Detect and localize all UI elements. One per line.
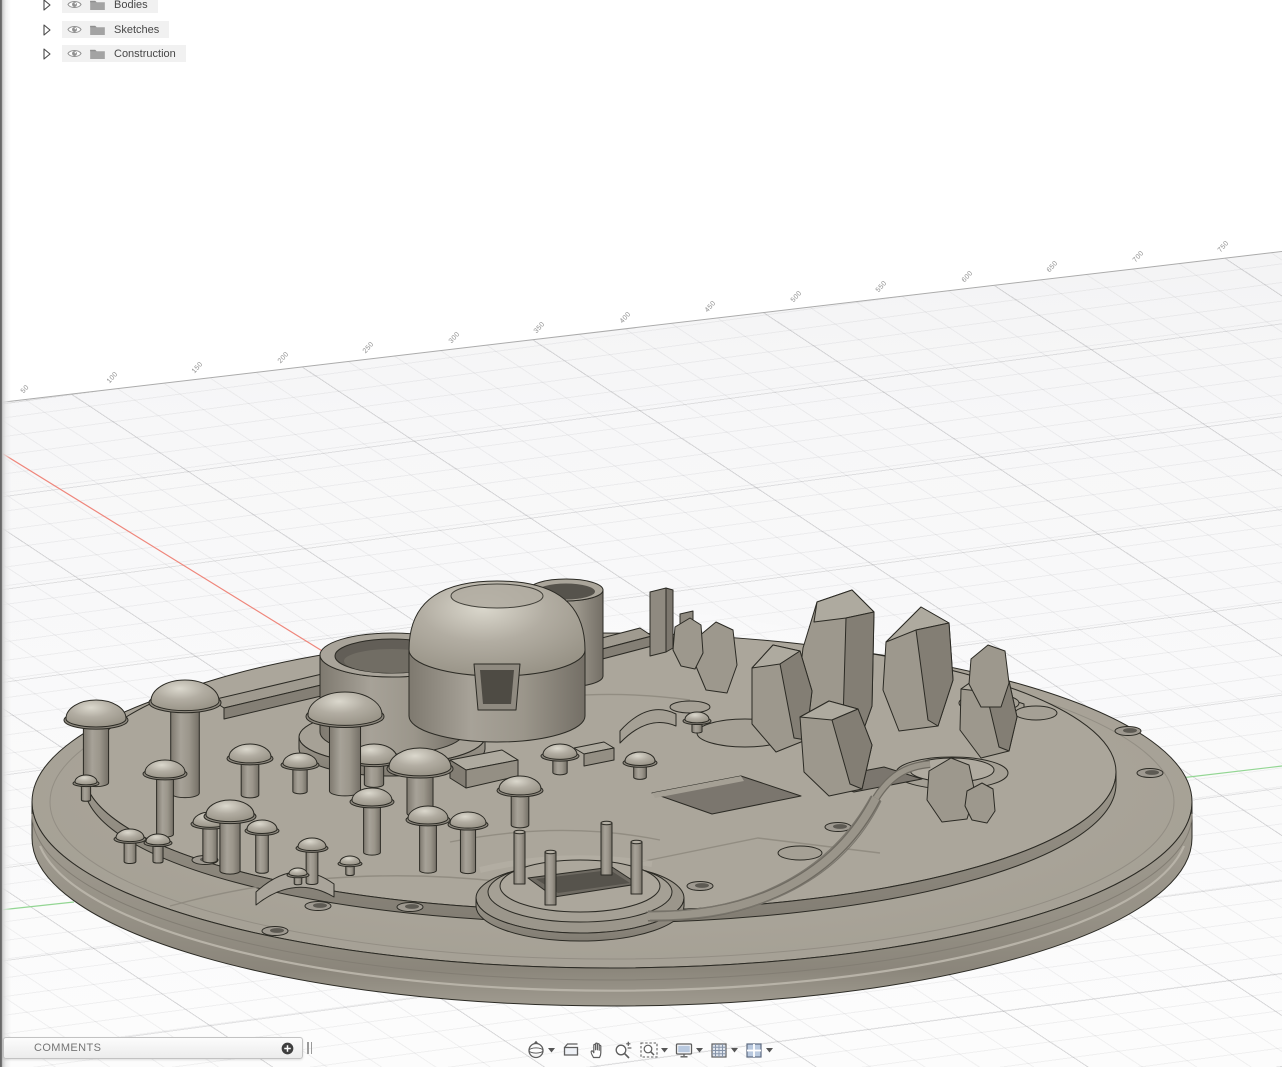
display-settings-button[interactable]	[672, 1038, 705, 1062]
chevron-down-icon[interactable]	[731, 1047, 738, 1053]
grid-icon	[709, 1040, 729, 1060]
disclosure-triangle-icon[interactable]	[43, 47, 52, 60]
browser-row-sketches[interactable]: Sketches	[43, 21, 170, 38]
orbit-button[interactable]	[524, 1038, 557, 1062]
dome-building[interactable]	[408, 580, 586, 743]
model-bodies[interactable]	[31, 578, 1193, 1007]
comments-bar[interactable]: COMMENTS	[3, 1037, 303, 1059]
viewports-button[interactable]	[742, 1038, 775, 1062]
disclosure-triangle-icon[interactable]	[43, 0, 52, 11]
folder-icon	[90, 0, 105, 10]
chevron-down-icon[interactable]	[661, 1047, 668, 1053]
viewports-icon	[744, 1040, 764, 1060]
browser-item-label: Bodies	[114, 0, 148, 11]
browser-row-construction[interactable]: Construction	[43, 45, 186, 62]
look-at-icon	[561, 1040, 581, 1060]
pan-hand-icon	[587, 1040, 607, 1060]
pan-button[interactable]	[585, 1038, 609, 1062]
zoom-button[interactable]	[611, 1038, 635, 1062]
plus-circle-icon[interactable]	[281, 1042, 294, 1055]
visibility-eye-icon[interactable]	[67, 24, 82, 35]
comments-drag-handle[interactable]	[307, 1042, 312, 1054]
model-3d-scene[interactable]	[0, 0, 1282, 1067]
look-at-button[interactable]	[559, 1038, 583, 1062]
chevron-down-icon[interactable]	[696, 1047, 703, 1053]
browser-item-label: Construction	[114, 47, 176, 60]
chevron-down-icon[interactable]	[548, 1047, 555, 1053]
visibility-eye-icon[interactable]	[67, 0, 82, 10]
view-navigation-toolbar	[524, 1038, 775, 1062]
folder-icon	[90, 24, 105, 35]
comments-label: COMMENTS	[34, 1042, 102, 1054]
folder-icon	[90, 48, 105, 59]
grid-and-snaps-button[interactable]	[707, 1038, 740, 1062]
browser-row-bodies[interactable]: Bodies	[43, 0, 158, 13]
display-settings-icon	[674, 1040, 694, 1060]
application-window: 50 100 150 200 250 300 350 400 450 500 550 600 650 70…	[0, 0, 1282, 1067]
fit-button[interactable]	[637, 1038, 670, 1062]
disclosure-triangle-icon[interactable]	[43, 23, 52, 36]
chevron-down-icon[interactable]	[766, 1047, 773, 1053]
viewport-canvas[interactable]: 50 100 150 200 250 300 350 400 450 500 550 600 650 70…	[0, 0, 1282, 1067]
visibility-eye-icon[interactable]	[67, 48, 82, 59]
fit-icon	[639, 1040, 659, 1060]
zoom-icon	[613, 1040, 633, 1060]
orbit-icon	[526, 1040, 546, 1060]
browser-item-label: Sketches	[114, 23, 160, 36]
